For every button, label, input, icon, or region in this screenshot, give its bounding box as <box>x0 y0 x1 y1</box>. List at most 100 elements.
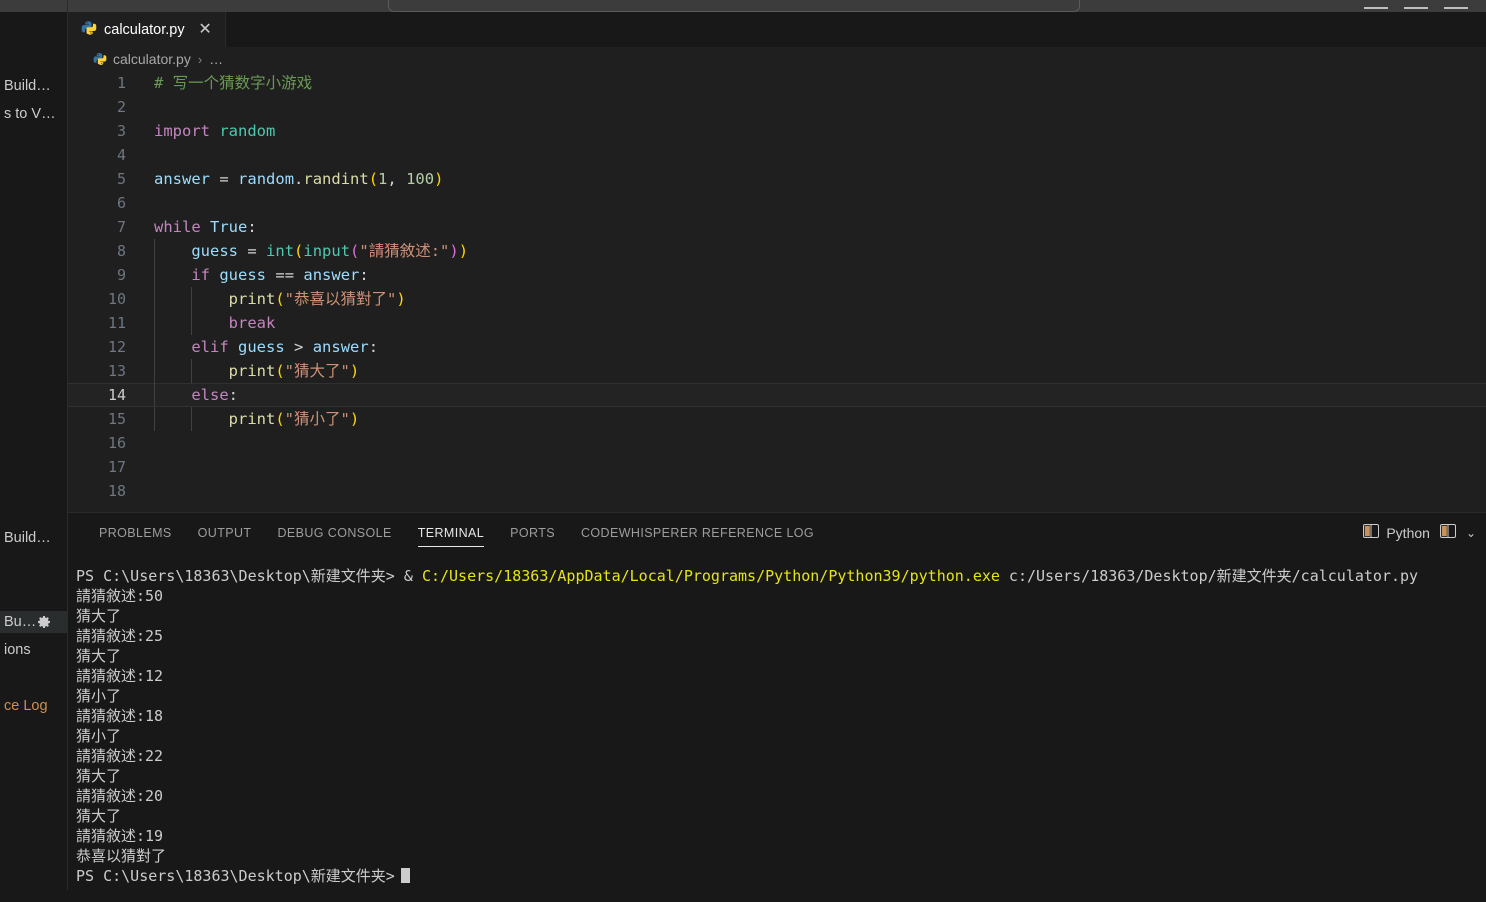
code-token: ( <box>350 242 360 260</box>
code-token: , <box>387 170 397 188</box>
terminal-segment: c:/Users/18363/Desktop/新建文件夹/calculator.… <box>999 567 1419 585</box>
code-text: guess = int(input("請猜敘述:")) <box>154 239 468 263</box>
python-icon <box>81 20 97 40</box>
terminal-segment: 請猜敘述:18 <box>76 707 164 725</box>
code-line[interactable]: 10 print("恭喜以猜對了") <box>68 287 1486 311</box>
breadcrumb-more[interactable]: … <box>209 51 224 67</box>
code-token: ) <box>449 242 459 260</box>
terminal-output[interactable]: PS C:\Users\18363\Desktop\新建文件夹> & C:/Us… <box>68 553 1486 902</box>
panel-tab[interactable]: DEBUG CONSOLE <box>264 513 404 553</box>
code-token: answer <box>303 266 360 284</box>
sidebar-item[interactable]: Build… <box>0 527 68 549</box>
terminal-line: 猜大了 <box>76 806 1486 826</box>
terminal-segment: 請猜敘述:12 <box>76 667 164 685</box>
code-token: : <box>247 218 257 236</box>
terminal-line: 猜小了 <box>76 686 1486 706</box>
code-editor[interactable]: 1 # 写一个猜数字小游戏 2 3 import random 4 5 answer = ra… <box>68 71 1486 512</box>
line-number: 18 <box>107 482 126 500</box>
code-line[interactable]: 5 answer = random.randint(1, 100) <box>68 167 1486 191</box>
code-token: = <box>219 170 229 188</box>
terminal-line: 猜小了 <box>76 726 1486 746</box>
line-number: 3 <box>116 122 126 140</box>
terminal-line: 請猜敘述:25 <box>76 626 1486 646</box>
code-line[interactable]: 8 guess = int(input("請猜敘述:")) <box>68 239 1486 263</box>
editor-tab-bar: calculator.py ✕ <box>68 12 1486 47</box>
terminal-cursor <box>400 868 410 883</box>
sidebar-item[interactable]: s to V… <box>0 103 68 125</box>
code-line[interactable]: 16 <box>68 431 1486 455</box>
code-line[interactable]: 13 print("猜大了") <box>68 359 1486 383</box>
minimize-icon[interactable] <box>1364 7 1388 9</box>
tab-label: calculator.py <box>104 21 185 38</box>
code-line[interactable]: 17 <box>68 455 1486 479</box>
sidebar-item-label: s to V… <box>4 106 56 122</box>
code-line[interactable]: 1 # 写一个猜数字小游戏 <box>68 71 1486 95</box>
code-token: guess <box>219 266 267 284</box>
terminal-segment: 請猜敘述:50 <box>76 587 164 605</box>
panel-tab[interactable]: OUTPUT <box>185 513 265 553</box>
code-line[interactable]: 2 <box>68 95 1486 119</box>
panel-tab[interactable]: PORTS <box>497 513 568 553</box>
close-icon[interactable] <box>1444 7 1468 9</box>
editor-bottom-fade <box>68 502 1486 512</box>
chevron-down-icon[interactable]: ⌄ <box>1466 527 1476 539</box>
code-token: "猜大了" <box>284 362 350 380</box>
panel-tab[interactable]: CODEWHISPERER REFERENCE LOG <box>568 513 827 553</box>
code-token: elif <box>191 338 229 356</box>
code-token: import <box>154 122 210 140</box>
code-token: guess <box>238 338 285 356</box>
quick-input-box[interactable] <box>388 0 1080 12</box>
sidebar-item-label: Build… <box>4 78 51 94</box>
code-token: randint <box>303 170 369 188</box>
split-terminal-button[interactable] <box>1439 523 1456 543</box>
terminal-segment: 猜大了 <box>76 767 122 785</box>
code-line[interactable]: 14 else: <box>68 383 1486 407</box>
sidebar-item-label: ions <box>4 642 31 658</box>
sidebar-item[interactable]: Build… <box>0 75 68 97</box>
sidebar-item[interactable]: ions <box>0 639 68 661</box>
sidebar-item-label: Bu… <box>4 614 37 630</box>
code-line[interactable]: 3 import random <box>68 119 1486 143</box>
code-token: print <box>228 290 276 308</box>
code-line[interactable]: 12 elif guess > answer: <box>68 335 1486 359</box>
editor-group: calculator.py ✕ calculator.py › … 1 # 写一个… <box>68 12 1486 902</box>
code-line[interactable]: 6 <box>68 191 1486 215</box>
terminal-line: 請猜敘述:19 <box>76 826 1486 846</box>
sidebar-item[interactable]: Bu… <box>0 611 68 633</box>
breadcrumb-file[interactable]: calculator.py <box>113 51 191 67</box>
tab-close-icon[interactable]: ✕ <box>197 21 214 38</box>
tab-calculator-py[interactable]: calculator.py ✕ <box>68 12 226 47</box>
terminal-segment: 恭喜以猜對了 <box>76 847 167 865</box>
terminal-segment: 猜大了 <box>76 647 122 665</box>
line-number: 17 <box>107 458 126 476</box>
code-line[interactable]: 4 <box>68 143 1486 167</box>
code-line[interactable]: 9 if guess == answer: <box>68 263 1486 287</box>
sidebar-item[interactable]: ce Log <box>0 695 68 717</box>
terminal-line: PS C:\Users\18363\Desktop\新建文件夹> & C:/Us… <box>76 566 1486 586</box>
code-line[interactable]: 7 while True: <box>68 215 1486 239</box>
code-token: ) <box>458 242 469 260</box>
panel-tab[interactable]: TERMINAL <box>405 513 497 553</box>
panel-tab-bar: PROBLEMS OUTPUT DEBUG CONSOLE TERMINAL PORTS… <box>68 513 1486 553</box>
breadcrumb: calculator.py › … <box>68 47 1486 71</box>
code-token: if <box>191 266 210 284</box>
gear-icon[interactable] <box>36 614 52 630</box>
code-line[interactable]: 11 break <box>68 311 1486 335</box>
terminal-shell-selector[interactable]: Python <box>1363 523 1430 543</box>
panel-tab[interactable]: PROBLEMS <box>86 513 185 553</box>
terminal-segment: 請猜敘述:19 <box>76 827 164 845</box>
code-line[interactable]: 15 print("猜小了") <box>68 407 1486 431</box>
line-number: 1 <box>116 74 126 92</box>
sidebar-item-label: ce Log <box>4 698 48 714</box>
code-token: : <box>368 338 379 356</box>
maximize-icon[interactable] <box>1404 7 1428 9</box>
code-line[interactable]: 18 <box>68 479 1486 503</box>
